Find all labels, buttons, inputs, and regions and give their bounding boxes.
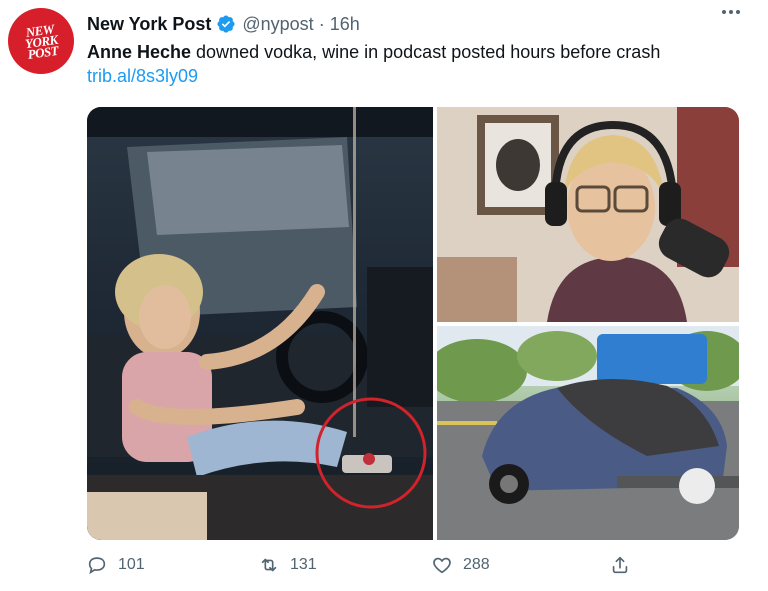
like-count: 288 [463, 556, 490, 573]
tweet-time[interactable]: 16h [330, 14, 360, 35]
reply-button[interactable]: 101 [86, 554, 145, 576]
like-button[interactable]: 288 [431, 554, 490, 576]
tweet-link[interactable]: trib.al/8s3ly09 [87, 66, 198, 87]
retweet-icon [261, 558, 277, 572]
tweet[interactable]: NEW YORK POST New York Post @nypost · 16h … [0, 0, 768, 591]
reply-icon [88, 557, 106, 575]
tweet-header: New York Post @nypost · 16h [87, 12, 360, 36]
avatar[interactable]: NEW YORK POST [8, 8, 74, 74]
media-image-car-interior[interactable] [87, 107, 433, 540]
media-image-crashed-car[interactable] [437, 326, 739, 540]
more-icon[interactable] [722, 10, 740, 14]
share-button[interactable] [609, 554, 631, 576]
account-handle[interactable]: @nypost [242, 14, 313, 35]
retweet-button[interactable]: 131 [258, 554, 317, 576]
share-icon [612, 556, 628, 574]
tweet-subject: Anne Heche [87, 42, 192, 62]
verified-icon [217, 15, 235, 33]
reply-count: 101 [118, 556, 145, 573]
media-grid [87, 107, 739, 540]
like-icon [433, 557, 451, 574]
tweet-text: Anne Heche downed vodka, wine in podcast… [87, 40, 747, 64]
avatar-logo: NEW YORK POST [23, 20, 59, 62]
tweet-body: downed vodka, wine in podcast posted hou… [191, 42, 661, 62]
account-name[interactable]: New York Post [87, 14, 211, 35]
media-image-podcast[interactable] [437, 107, 739, 322]
separator-dot: · [318, 13, 325, 34]
retweet-count: 131 [290, 556, 317, 573]
